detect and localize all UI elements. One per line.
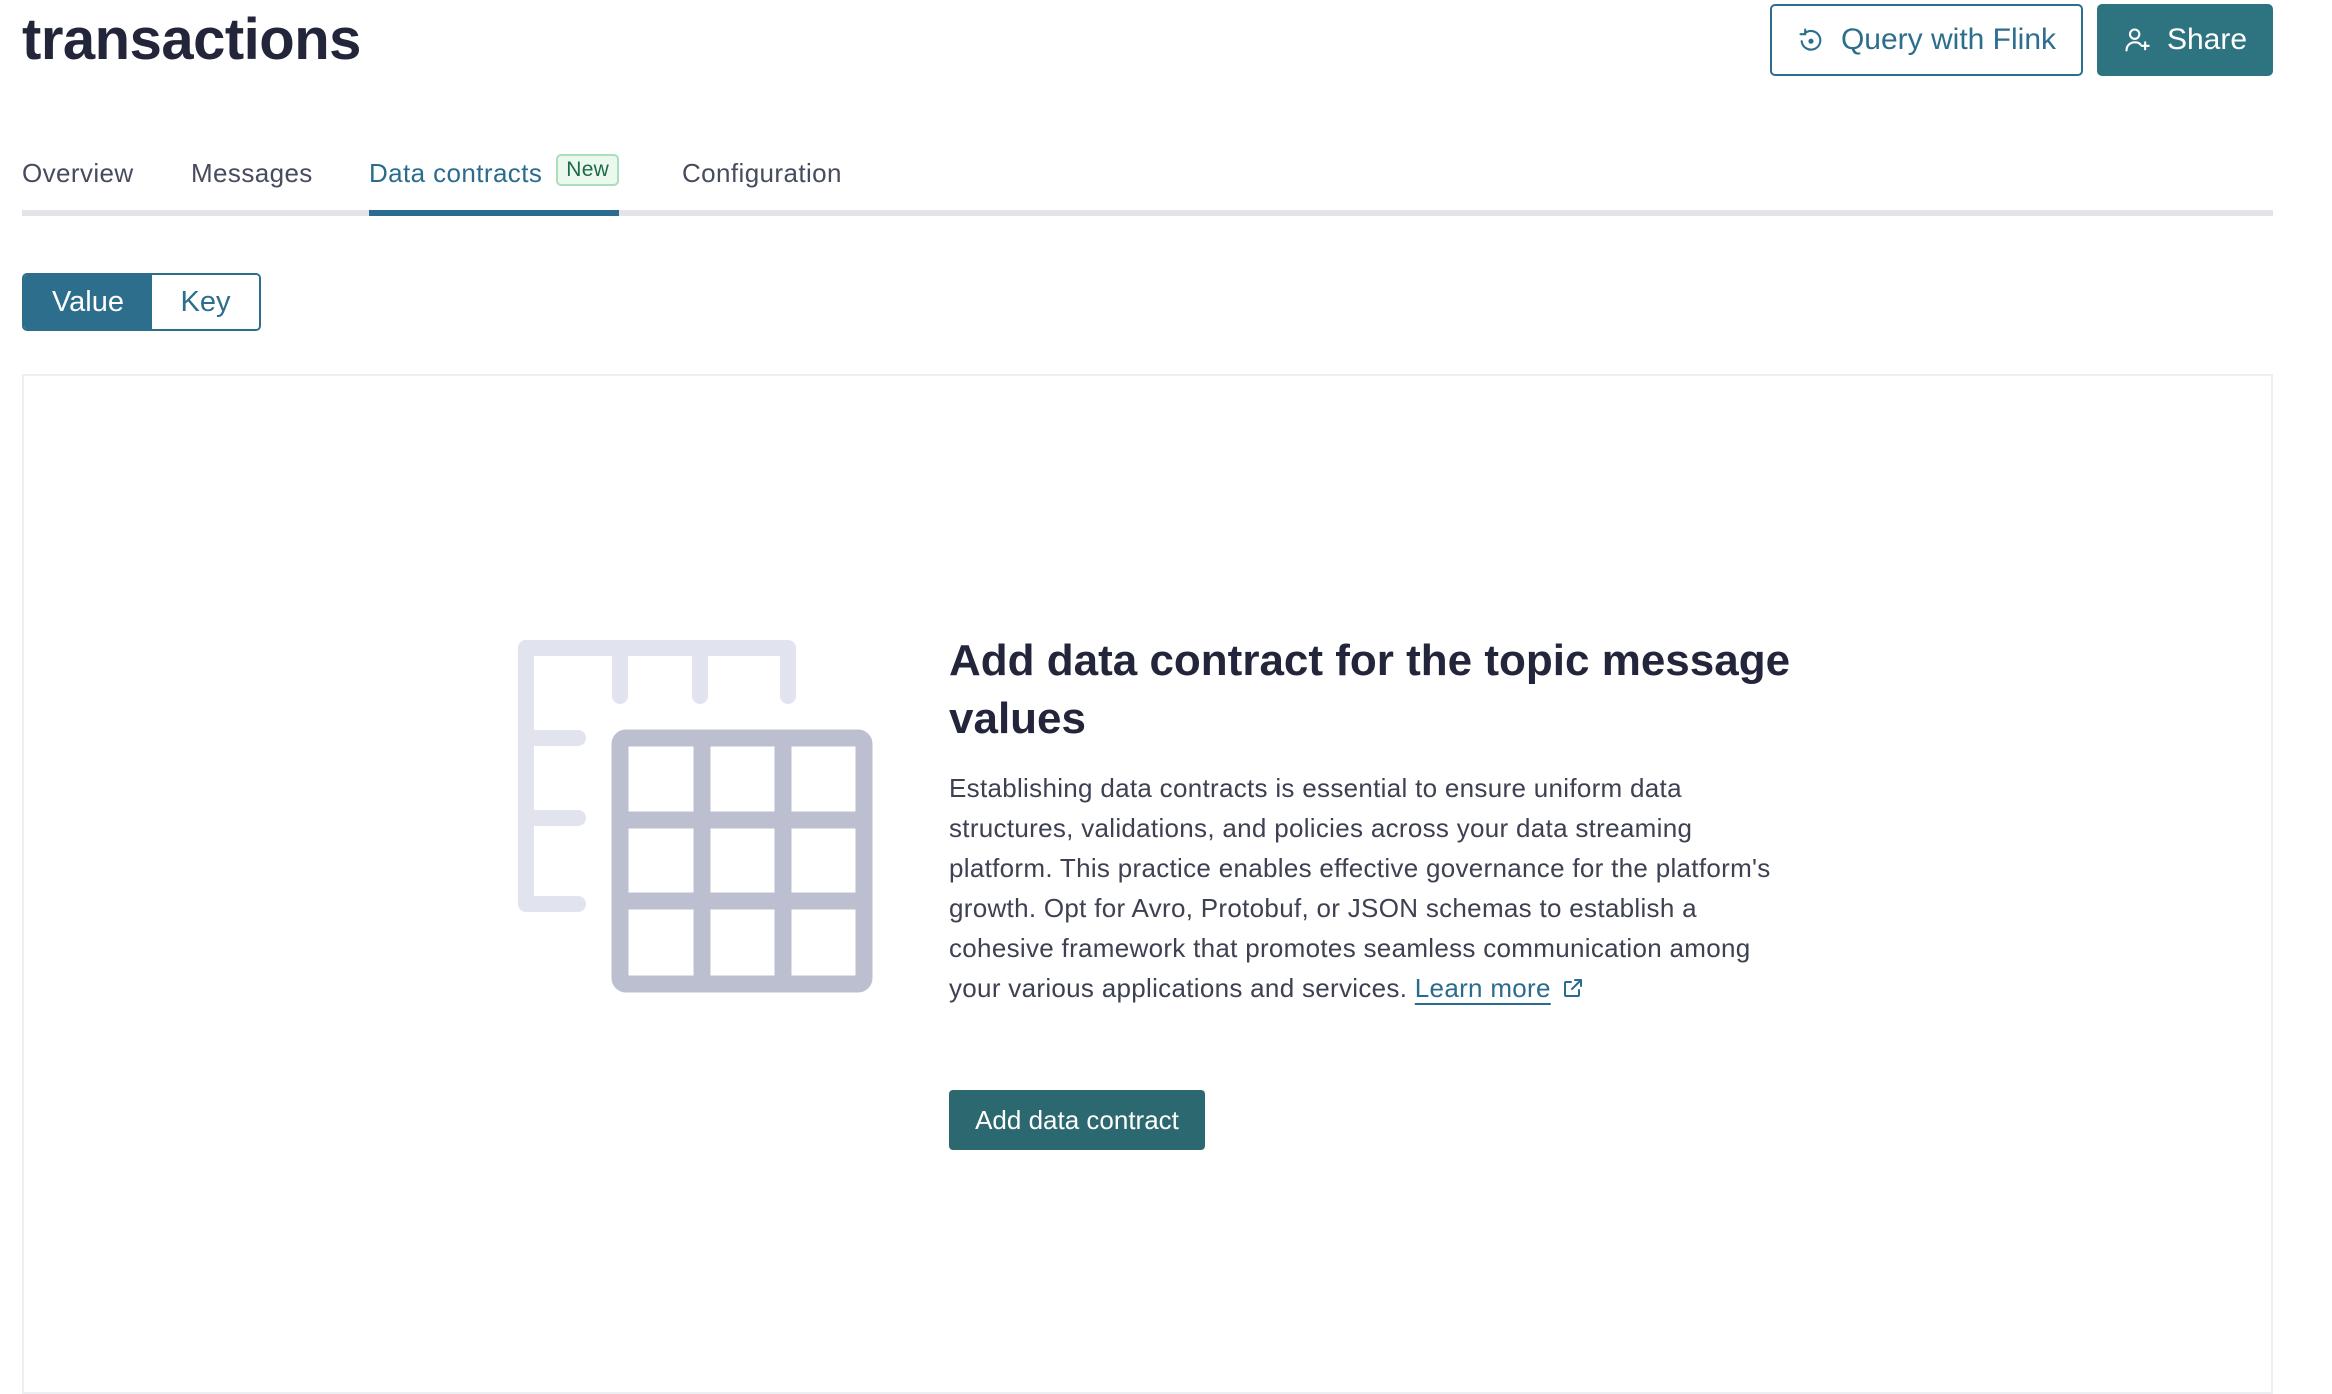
empty-state-description: Establishing data contracts is essential…	[949, 768, 1779, 1008]
add-user-icon	[2123, 26, 2151, 54]
page-title: transactions	[22, 7, 361, 72]
query-with-flink-label: Query with Flink	[1840, 23, 2057, 56]
empty-state-description-text: Establishing data contracts is essential…	[949, 773, 1771, 1003]
tab-configuration-label: Configuration	[682, 158, 842, 188]
value-toggle-button[interactable]: Value	[24, 275, 152, 329]
flink-icon	[1797, 26, 1825, 54]
topic-tabs: Overview Messages Data contracts New Con…	[22, 148, 2273, 216]
tab-data-contracts-label: Data contracts	[369, 158, 543, 188]
tabs-divider	[22, 210, 2273, 216]
tab-data-contracts[interactable]: Data contracts New	[369, 154, 620, 216]
share-button[interactable]: Share	[2097, 4, 2273, 76]
key-toggle-button[interactable]: Key	[152, 275, 259, 329]
new-badge: New	[556, 154, 620, 186]
learn-more-label: Learn more	[1414, 973, 1551, 1003]
query-with-flink-button[interactable]: Query with Flink	[1770, 4, 2083, 76]
external-link-icon[interactable]	[1561, 971, 1585, 997]
tab-overview-label: Overview	[22, 158, 134, 188]
tab-overview[interactable]: Overview	[22, 158, 134, 216]
tab-messages[interactable]: Messages	[191, 158, 313, 216]
tab-configuration[interactable]: Configuration	[682, 158, 842, 216]
value-key-toggle: Value Key	[22, 273, 261, 331]
learn-more-link[interactable]: Learn more	[1415, 973, 1551, 1003]
empty-state-title: Add data contract for the topic message …	[949, 636, 1791, 743]
add-data-contract-button[interactable]: Add data contract	[949, 1090, 1205, 1150]
share-label: Share	[2166, 23, 2248, 56]
tab-messages-label: Messages	[191, 158, 313, 188]
table-grid-icon	[518, 636, 874, 994]
